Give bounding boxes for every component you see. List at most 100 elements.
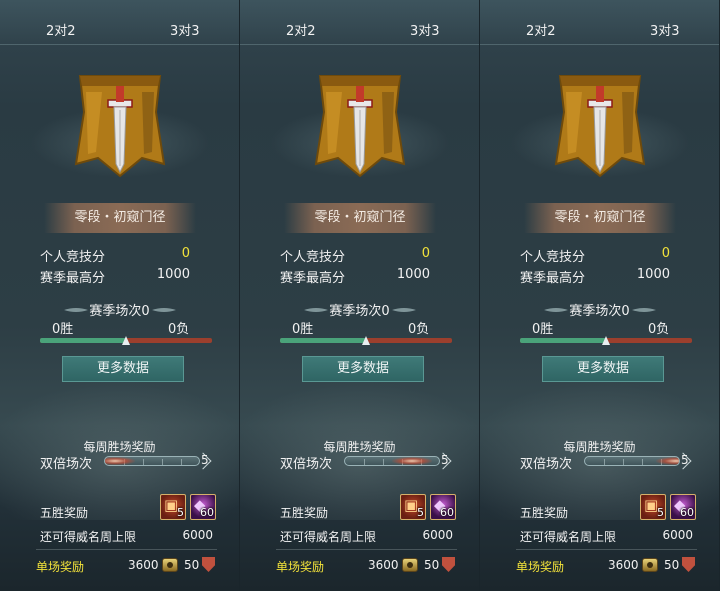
season-matches: 赛季场次0 bbox=[89, 304, 150, 319]
tab-divider bbox=[480, 44, 719, 45]
tab-3v3[interactable]: 3对3 bbox=[410, 20, 440, 39]
personal-score-value: 0 bbox=[181, 246, 190, 261]
win-loss-marker-icon bbox=[362, 336, 370, 345]
double-matches-count: 5 bbox=[201, 453, 209, 467]
season-best-row: 赛季最高分 1000 bbox=[40, 267, 190, 286]
double-matches-bar bbox=[584, 456, 680, 466]
bar-tick bbox=[383, 459, 384, 465]
coin-icon bbox=[402, 558, 418, 572]
bar-tick bbox=[604, 459, 605, 465]
weekly-limit-value: 6000 bbox=[182, 528, 213, 542]
personal-score-value: 0 bbox=[661, 246, 670, 261]
weekly-limit-label: 还可得威名周上限 bbox=[280, 530, 377, 544]
wing-ornament-right-icon bbox=[152, 308, 176, 312]
tab-2v2[interactable]: 2对2 bbox=[286, 20, 316, 39]
win-fill bbox=[520, 338, 606, 343]
single-reward-coins: 3600 bbox=[608, 558, 639, 572]
season-best-row: 赛季最高分 1000 bbox=[280, 267, 430, 286]
weekly-limit-label: 还可得威名周上限 bbox=[520, 530, 617, 544]
tab-3v3[interactable]: 3对3 bbox=[170, 20, 200, 39]
double-matches-label: 双倍场次 bbox=[280, 457, 333, 472]
personal-score-row: 个人竞技分 0 bbox=[40, 246, 190, 265]
double-matches-count: 5 bbox=[681, 453, 689, 467]
item-count: 60 bbox=[440, 506, 454, 519]
single-match-reward-label: 单场奖励 bbox=[276, 560, 325, 574]
sword-banner-icon bbox=[314, 75, 406, 178]
mode-tabs: 2对2 3对3 bbox=[0, 20, 239, 42]
divider bbox=[276, 549, 457, 550]
arena-panel: 2对2 3对3 零段・初窥门径 个人竞技分 0 赛季最高分 1000 赛季场次0… bbox=[240, 0, 480, 591]
double-matches-count: 5 bbox=[441, 453, 449, 467]
tab-divider bbox=[240, 44, 479, 45]
crystal-icon[interactable]: ◆ 60 bbox=[670, 494, 696, 520]
season-best-value: 1000 bbox=[156, 267, 190, 282]
season-best-row: 赛季最高分 1000 bbox=[520, 267, 670, 286]
bar-tick bbox=[364, 459, 365, 465]
season-best-label: 赛季最高分 bbox=[520, 271, 586, 286]
shield-icon bbox=[202, 557, 215, 572]
weekly-limit-value: 6000 bbox=[662, 528, 693, 542]
divider bbox=[36, 549, 217, 550]
crystal-icon[interactable]: ◆ 60 bbox=[190, 494, 216, 520]
tab-2v2[interactable]: 2对2 bbox=[526, 20, 556, 39]
mode-tabs: 2对2 3对3 bbox=[240, 20, 479, 42]
season-best-value: 1000 bbox=[396, 267, 430, 282]
personal-score-label: 个人竞技分 bbox=[280, 250, 346, 265]
single-reward-points: 50 bbox=[424, 558, 440, 572]
season-best-value: 1000 bbox=[636, 267, 670, 282]
bar-tick bbox=[623, 459, 624, 465]
wing-ornament-right-icon bbox=[632, 308, 656, 312]
crystal-icon[interactable]: ◆ 60 bbox=[430, 494, 456, 520]
season-matches: 赛季场次0 bbox=[569, 304, 630, 319]
wins-count: 0胜 bbox=[292, 322, 314, 337]
double-matches-bar bbox=[104, 456, 200, 466]
season-matches: 赛季场次0 bbox=[329, 304, 390, 319]
bar-tick bbox=[143, 459, 144, 465]
item-count: 5 bbox=[177, 506, 184, 519]
bar-tick bbox=[181, 459, 182, 465]
win-fill bbox=[280, 338, 366, 343]
gift-box-icon[interactable]: ▣ 5 bbox=[160, 494, 186, 520]
more-data-button[interactable]: 更多数据 bbox=[302, 356, 424, 382]
wins-count: 0胜 bbox=[52, 322, 74, 337]
five-win-reward-label: 五胜奖励 bbox=[280, 506, 329, 520]
arena-panel: 2对2 3对3 零段・初窥门径 个人竞技分 0 赛季最高分 1000 赛季场次0… bbox=[480, 0, 720, 591]
item-count: 60 bbox=[200, 506, 214, 519]
personal-score-value: 0 bbox=[421, 246, 430, 261]
five-win-reward-label: 五胜奖励 bbox=[520, 506, 569, 520]
arena-panel: 2对2 3对3 零段・初窥门径 个人竞技分 0 赛季最高分 1000 赛季场次0… bbox=[0, 0, 240, 591]
more-data-button[interactable]: 更多数据 bbox=[542, 356, 664, 382]
tab-2v2[interactable]: 2对2 bbox=[46, 20, 76, 39]
season-best-label: 赛季最高分 bbox=[280, 271, 346, 286]
personal-score-label: 个人竞技分 bbox=[520, 250, 586, 265]
single-reward-coins: 3600 bbox=[368, 558, 399, 572]
double-matches-bar bbox=[344, 456, 440, 466]
sword-banner-icon bbox=[554, 75, 646, 178]
wing-ornament-right-icon bbox=[392, 308, 416, 312]
losses-count: 0负 bbox=[168, 322, 190, 337]
more-data-button[interactable]: 更多数据 bbox=[62, 356, 184, 382]
tab-3v3[interactable]: 3对3 bbox=[650, 20, 680, 39]
rank-name: 零段・初窥门径 bbox=[284, 203, 436, 233]
single-reward-points: 50 bbox=[664, 558, 680, 572]
personal-score-label: 个人竞技分 bbox=[40, 250, 106, 265]
gift-box-icon[interactable]: ▣ 5 bbox=[640, 494, 666, 520]
coin-icon bbox=[162, 558, 178, 572]
shield-icon bbox=[442, 557, 455, 572]
gift-box-icon[interactable]: ▣ 5 bbox=[400, 494, 426, 520]
win-loss-marker-icon bbox=[122, 336, 130, 345]
double-matches-label: 双倍场次 bbox=[520, 457, 573, 472]
single-reward-coins: 3600 bbox=[128, 558, 159, 572]
wins-count: 0胜 bbox=[532, 322, 554, 337]
losses-count: 0负 bbox=[408, 322, 430, 337]
win-fill bbox=[40, 338, 126, 343]
coin-icon bbox=[642, 558, 658, 572]
item-count: 60 bbox=[680, 506, 694, 519]
weekly-limit-label: 还可得威名周上限 bbox=[40, 530, 137, 544]
single-match-reward-label: 单场奖励 bbox=[516, 560, 565, 574]
single-reward-points: 50 bbox=[184, 558, 200, 572]
progress-glow bbox=[105, 457, 135, 465]
item-count: 5 bbox=[417, 506, 424, 519]
losses-count: 0负 bbox=[648, 322, 670, 337]
single-match-reward-label: 单场奖励 bbox=[36, 560, 85, 574]
